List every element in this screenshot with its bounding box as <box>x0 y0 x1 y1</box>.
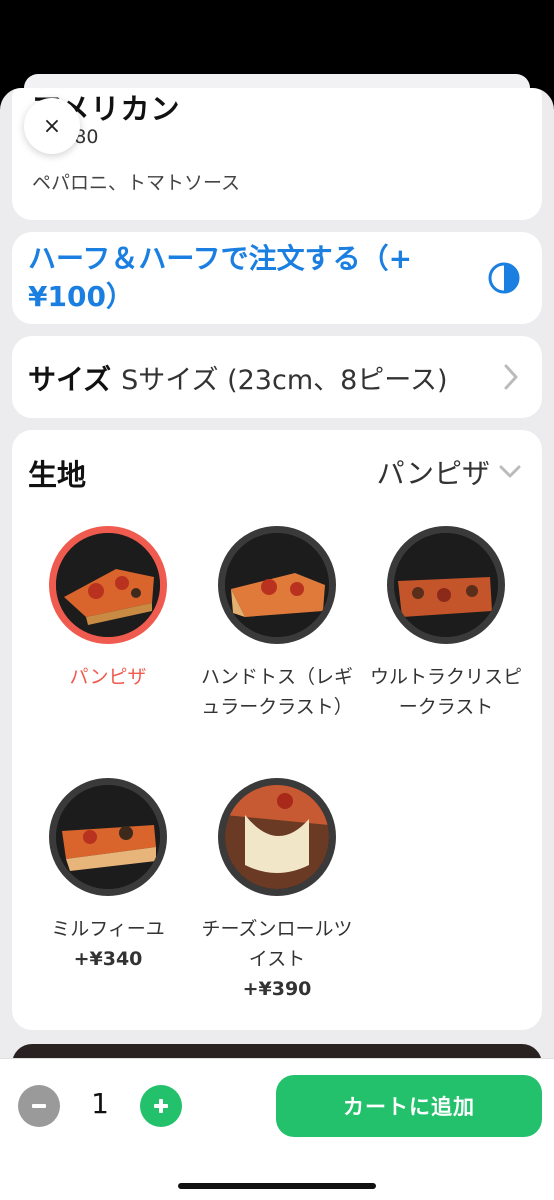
half-and-half-label: ハーフ＆ハーフで注文する（+¥100） <box>28 242 413 313</box>
crust-selected-value: パンピザ <box>376 457 490 490</box>
chevron-right-icon <box>504 364 518 390</box>
crust-dropdown[interactable]: パンピザ <box>377 452 522 492</box>
size-value: Sサイズ (23cm、8ピース) <box>121 365 448 396</box>
crust-option-name: ウルトラクリスピークラスト <box>369 666 522 718</box>
product-description: ペパロニ、トマトソース <box>32 172 241 194</box>
decrease-quantity-button[interactable] <box>18 1085 60 1127</box>
crust-option-price: +¥340 <box>73 948 143 970</box>
chevron-down-icon <box>499 465 521 478</box>
crust-option-hand-tossed[interactable]: ハンドトス（レギュラークラスト） <box>197 526 357 722</box>
crust-option-name: ハンドトス（レギュラークラスト） <box>200 666 353 718</box>
crust-image <box>218 778 336 896</box>
crust-option-pan[interactable]: パンピザ <box>28 526 188 692</box>
crust-option-price: +¥390 <box>242 978 312 1000</box>
plus-icon <box>154 1099 168 1113</box>
crust-title: 生地 <box>28 458 87 492</box>
size-title: サイズ <box>28 363 112 396</box>
crust-image <box>387 526 505 644</box>
cart-bar: 1 カートに追加 <box>0 1058 554 1200</box>
crust-image <box>218 526 336 644</box>
crust-section: 生地 パンピザ パンピザ ハンドトス（レギュラークラスト） ウルトラクリスピーク… <box>12 430 542 1030</box>
product-sheet: アメリカン ¥1,680 ペパロニ、トマトソース × ハーフ＆ハーフで注文する（… <box>0 88 554 1200</box>
product-card: アメリカン ¥1,680 ペパロニ、トマトソース <box>12 88 542 220</box>
crust-option-name: パンピザ <box>69 666 147 688</box>
quantity-value: 1 <box>91 1087 109 1120</box>
crust-option-name: ミルフィーユ <box>51 918 165 940</box>
close-icon: × <box>42 113 62 139</box>
minus-icon <box>32 1104 46 1108</box>
size-selector[interactable]: サイズ Sサイズ (23cm、8ピース) <box>12 336 542 418</box>
crust-option-mille-feuille[interactable]: ミルフィーユ +¥340 <box>28 778 188 974</box>
half-circle-icon <box>488 262 520 294</box>
crust-image <box>49 778 167 896</box>
crust-image <box>49 526 167 644</box>
increase-quantity-button[interactable] <box>140 1085 182 1127</box>
close-button[interactable]: × <box>24 98 80 154</box>
add-to-cart-button[interactable]: カートに追加 <box>276 1075 542 1137</box>
half-and-half-button[interactable]: ハーフ＆ハーフで注文する（+¥100） <box>12 232 542 324</box>
crust-option-name: チーズンロールツイスト <box>201 918 353 970</box>
crust-option-cheese-roll-twist[interactable]: チーズンロールツイスト +¥390 <box>197 778 357 1004</box>
home-indicator <box>178 1183 376 1189</box>
crust-option-ultra-crispy[interactable]: ウルトラクリスピークラスト <box>366 526 526 722</box>
